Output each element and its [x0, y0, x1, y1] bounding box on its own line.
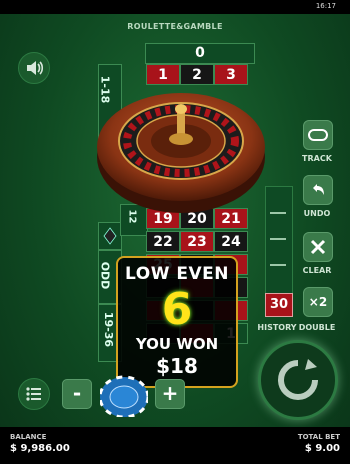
spin-button[interactable]: [258, 340, 338, 420]
double-button[interactable]: ×2: [303, 287, 333, 317]
chip-increase-button[interactable]: +: [155, 379, 185, 409]
undo-label: UNDO: [303, 209, 331, 218]
column-bet-1[interactable]: [270, 212, 286, 214]
diamond-black-icon: [103, 227, 117, 245]
undo-button[interactable]: [303, 175, 333, 205]
chip-selector[interactable]: [98, 373, 150, 419]
number-cell[interactable]: 23: [180, 231, 214, 252]
win-bet-types: LOW EVEN: [125, 264, 229, 284]
number-cell[interactable]: 22: [146, 231, 180, 252]
track-button[interactable]: [303, 120, 333, 150]
total-bet-label: TOTAL BET: [297, 433, 340, 441]
menu-button[interactable]: [18, 378, 50, 410]
double-label: DOUBLE: [298, 323, 336, 332]
column-bet-2[interactable]: [270, 238, 286, 240]
total-bet-value: $ 9.00: [304, 443, 340, 454]
balance-value: $ 9,986.00: [10, 443, 70, 454]
bet-high-label: 19-36: [102, 311, 116, 348]
zero-cell[interactable]: 0: [145, 43, 255, 64]
clear-button[interactable]: [303, 232, 333, 262]
menu-icon: [26, 387, 41, 401]
column-bet-3[interactable]: [270, 264, 286, 266]
clear-label: CLEAR: [302, 266, 332, 275]
undo-icon: [313, 184, 324, 195]
status-time: 16:17: [315, 2, 336, 10]
winning-number: 6: [161, 284, 193, 335]
win-popup: LOW EVEN 6 YOU WON $18: [116, 256, 238, 388]
sound-button[interactable]: [18, 52, 50, 84]
game-title: ROULETTE&GAMBLE: [127, 22, 223, 31]
history-label[interactable]: HISTORY: [256, 323, 298, 332]
number-cell[interactable]: 1: [146, 64, 180, 85]
balance-label: BALANCE: [10, 433, 47, 441]
spin-icon: [278, 359, 318, 400]
chip-icon: [98, 375, 150, 419]
chip-decrease-button[interactable]: -: [62, 379, 92, 409]
status-bar: [0, 0, 350, 14]
roulette-wheel: [95, 85, 267, 215]
bet-black[interactable]: [98, 222, 122, 250]
number-cell[interactable]: 2: [180, 64, 214, 85]
bet-odd-label: ODD: [98, 261, 112, 290]
track-icon: [308, 129, 328, 141]
number-cell[interactable]: 3: [214, 64, 248, 85]
history-last-number: 30: [265, 293, 293, 317]
close-icon: [310, 239, 326, 255]
speaker-icon: [27, 61, 44, 75]
track-label: TRACK: [302, 154, 332, 163]
number-cell[interactable]: 24: [214, 231, 248, 252]
win-message: YOU WON: [135, 335, 219, 353]
